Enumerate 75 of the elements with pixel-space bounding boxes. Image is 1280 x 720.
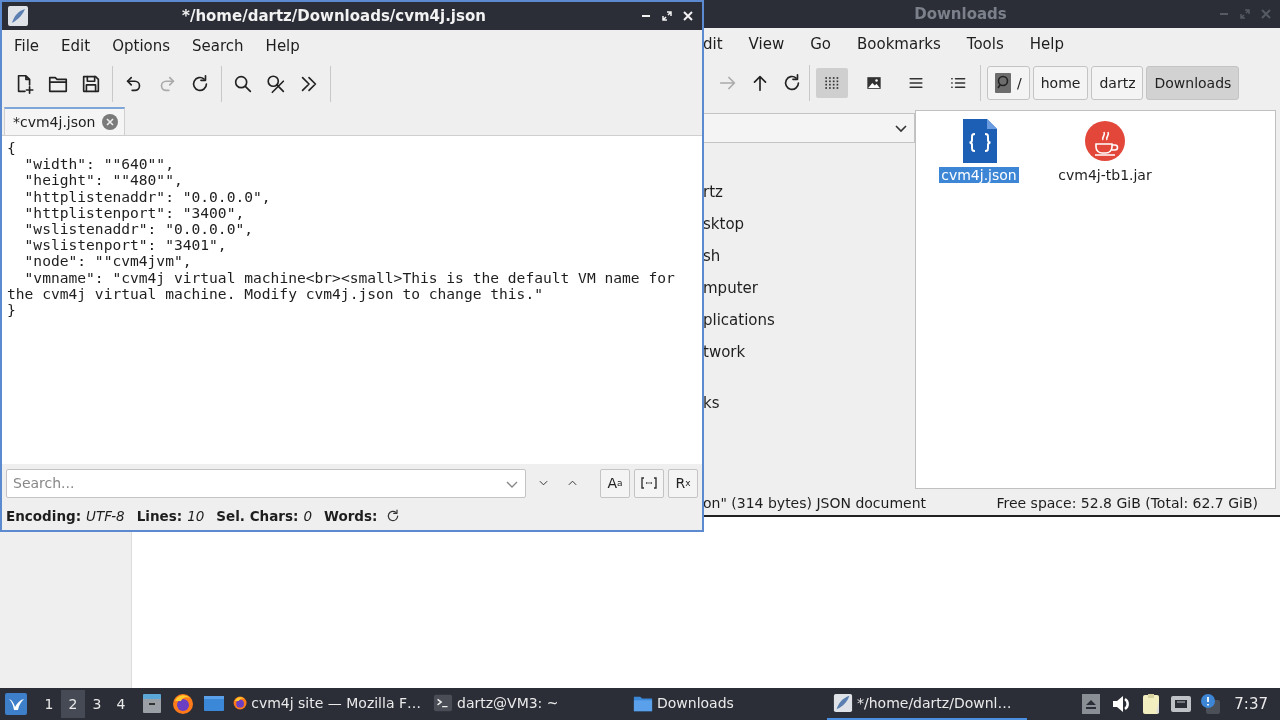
status-text: on" (314 bytes) JSON document xyxy=(703,495,927,511)
status-label: Sel. Chars: xyxy=(216,508,299,524)
sidebar-item[interactable]: mputer xyxy=(703,272,915,304)
sidebar-item[interactable]: plications xyxy=(703,304,915,336)
file-name[interactable]: cvm4j.json xyxy=(939,167,1019,183)
path-button[interactable]: Downloads xyxy=(1146,66,1240,100)
text-editor[interactable] xyxy=(2,136,702,464)
firefox-icon[interactable] xyxy=(172,693,194,715)
file-name[interactable]: cvm4j-tb1.jar xyxy=(1056,167,1154,183)
code-line: } xyxy=(7,302,17,319)
code-line: "wslistenport": "3401", xyxy=(23,237,228,254)
search-field[interactable]: Search... xyxy=(6,468,526,498)
workspace-button[interactable]: 1 xyxy=(37,690,61,718)
code-line: "httplistenaddr": "0.0.0.0", xyxy=(23,188,272,205)
menu-item[interactable]: Help xyxy=(257,37,308,55)
sidebar-item[interactable]: twork xyxy=(703,336,915,368)
workspace-button[interactable]: 3 xyxy=(85,690,109,718)
view-mode-button[interactable] xyxy=(816,68,848,98)
task-button[interactable]: Downloads xyxy=(627,688,827,720)
java-cup-icon xyxy=(1084,119,1126,163)
menu-item[interactable]: Options xyxy=(104,37,179,55)
code-line: "httplistenport": "3400", xyxy=(23,204,245,221)
match-case-button[interactable]: A$^{a}$ xyxy=(600,468,630,498)
status-value: UTF-8 xyxy=(86,508,125,524)
sidebar-item[interactable]: rtz xyxy=(703,176,915,208)
task-button[interactable]: */home/dartz/Downl… xyxy=(827,688,1027,720)
code-line: "wslistenaddr": "0.0.0.0", xyxy=(23,221,255,238)
sidebar-item[interactable]: sktop xyxy=(703,208,915,240)
whole-word-icon xyxy=(641,477,657,489)
file-cabinet-icon[interactable] xyxy=(141,693,163,715)
text-editor-icon xyxy=(833,693,853,713)
path-button[interactable]: home xyxy=(1032,66,1089,100)
path-button[interactable]: / xyxy=(987,66,1030,100)
json-file-icon xyxy=(961,119,997,163)
menu-item[interactable]: View xyxy=(740,35,793,53)
status-label: Encoding: xyxy=(6,508,82,524)
code-line: { xyxy=(7,140,17,157)
menu-item[interactable]: Bookmarks xyxy=(849,35,949,53)
code-line: "height": ""480"", xyxy=(23,172,184,189)
save-icon[interactable] xyxy=(80,73,102,95)
search-icon[interactable] xyxy=(232,73,254,95)
status-label: Words: xyxy=(324,508,378,524)
menu-item[interactable]: File xyxy=(6,37,48,55)
workspace-button[interactable]: 4 xyxy=(109,690,133,718)
menu-item[interactable]: Tools xyxy=(958,35,1012,53)
tab[interactable]: *cvm4j.json xyxy=(4,107,125,135)
find-replace-icon[interactable] xyxy=(265,73,287,95)
status-text: Free space: 52.8 GiB (Total: 62.7 GiB) xyxy=(996,495,1258,511)
clock[interactable]: 7:37 xyxy=(1234,695,1268,713)
menu-item[interactable]: Search xyxy=(184,37,252,55)
workspace-button[interactable]: 2 xyxy=(61,690,85,718)
menu-item[interactable]: dit xyxy=(703,35,731,53)
eject-icon[interactable] xyxy=(1080,693,1103,715)
status-value: 0 xyxy=(303,508,312,524)
menu-item[interactable]: Help xyxy=(1021,35,1072,53)
code-line: "vmname": "cvm4j virtual machine<br><small>This is the default VM name for the cvm4j virtual machine. Modify cvm4j.json to change this." xyxy=(7,269,676,303)
notification-icon[interactable] xyxy=(1200,693,1223,715)
sidebar-item[interactable]: ks xyxy=(703,387,915,419)
path-button[interactable]: dartz xyxy=(1091,66,1144,100)
network-icon[interactable] xyxy=(1170,693,1193,715)
sidebar-item[interactable]: sh xyxy=(703,240,915,272)
task-button[interactable]: dartz@VM3: ~ xyxy=(427,688,627,720)
menu-item[interactable]: Edit xyxy=(53,37,99,55)
status-label: Lines: xyxy=(136,508,183,524)
task-button[interactable]: cvm4j site — Mozilla F… xyxy=(227,688,427,720)
app-icon xyxy=(8,6,28,26)
code-line: "width": ""640"", xyxy=(23,156,175,173)
start-menu-icon[interactable] xyxy=(5,693,27,715)
terminal-icon xyxy=(433,693,453,713)
menu-item[interactable]: Go xyxy=(802,35,839,53)
window-title: */home/dartz/Downloads/cvm4j.json xyxy=(181,7,487,25)
whole-word-button[interactable] xyxy=(634,468,664,498)
status-value: 10 xyxy=(187,508,205,524)
window-title: Downloads xyxy=(913,5,1008,23)
code-line: "node": ""cvm4jvm", xyxy=(23,253,193,270)
